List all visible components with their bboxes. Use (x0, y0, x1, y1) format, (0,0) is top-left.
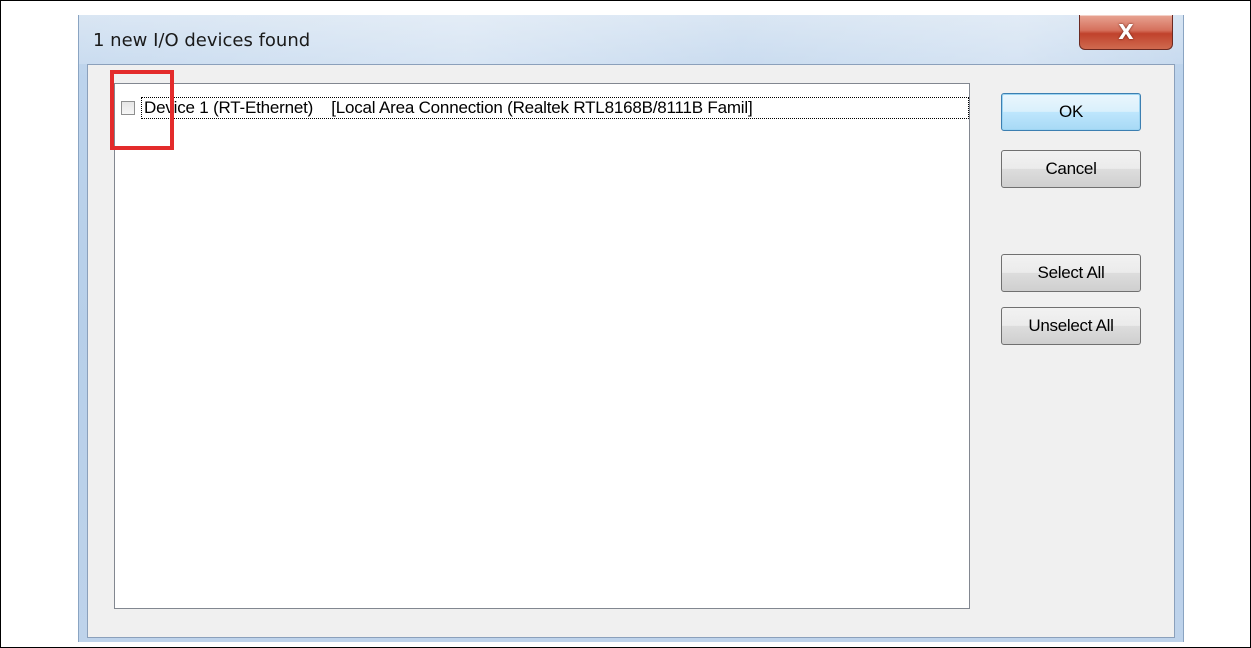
device-label[interactable]: Device 1 (RT-Ethernet) [Local Area Conne… (141, 97, 969, 119)
screenshot-frame: 1 new I/O devices found X Device 1 (RT-E… (0, 0, 1251, 648)
select-all-button[interactable]: Select All (1001, 254, 1141, 292)
close-icon: X (1118, 20, 1134, 44)
dialog-client-area: Device 1 (RT-Ethernet) [Local Area Conne… (87, 64, 1175, 638)
close-button[interactable]: X (1079, 15, 1173, 50)
ok-button[interactable]: OK (1001, 93, 1141, 131)
cancel-button[interactable]: Cancel (1001, 150, 1141, 188)
dialog-title: 1 new I/O devices found (93, 30, 311, 51)
dialog-window: 1 new I/O devices found X Device 1 (RT-E… (78, 15, 1184, 642)
device-checkbox[interactable] (121, 101, 135, 115)
device-list[interactable]: Device 1 (RT-Ethernet) [Local Area Conne… (114, 83, 970, 609)
unselect-all-button[interactable]: Unselect All (1001, 307, 1141, 345)
title-bar[interactable]: 1 new I/O devices found X (79, 15, 1183, 64)
list-item[interactable]: Device 1 (RT-Ethernet) [Local Area Conne… (119, 97, 969, 119)
